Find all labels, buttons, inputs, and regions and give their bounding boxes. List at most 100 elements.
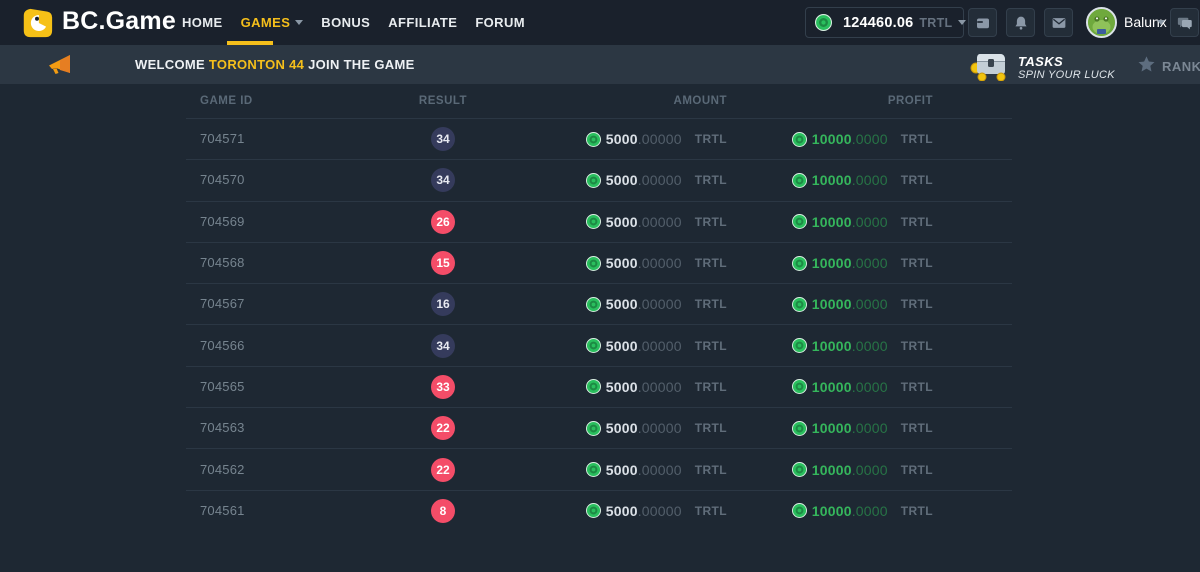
profit-cell: 10000.0000 TRTL	[727, 338, 933, 354]
header-profit: PROFIT	[727, 95, 933, 107]
result-badge: 26	[431, 210, 455, 234]
profit-cell: 10000.0000 TRTL	[727, 379, 933, 395]
table-row[interactable]: 704571 34 5000.00000 TRTL 10000.0000 TRT…	[186, 118, 1012, 159]
bet-history-table: GAME ID RESULT AMOUNT PROFIT 704571 34 5…	[186, 84, 1012, 531]
table-row[interactable]: 704568 15 5000.00000 TRTL 10000.0000 TRT…	[186, 242, 1012, 283]
trtl-coin-icon	[586, 379, 601, 394]
trtl-coin-icon	[586, 503, 601, 518]
wallet-icon	[974, 14, 992, 32]
header-game-id: GAME ID	[186, 95, 383, 107]
nav-item-affiliate[interactable]: AFFILIATE	[388, 15, 457, 30]
tasks-text: TASKS SPIN YOUR LUCK	[1018, 54, 1115, 81]
result-cell: 8	[383, 499, 503, 523]
table-body: 704571 34 5000.00000 TRTL 10000.0000 TRT…	[186, 118, 1012, 531]
amount-cell: 5000.00000 TRTL	[503, 338, 727, 354]
result-cell: 22	[383, 458, 503, 482]
nav-item-bonus[interactable]: BONUS	[321, 15, 370, 30]
trtl-coin-icon	[792, 379, 807, 394]
profit-cell: 10000.0000 TRTL	[727, 172, 933, 188]
chat-icon	[1176, 14, 1194, 32]
trtl-coin-icon	[586, 256, 601, 271]
result-cell: 26	[383, 210, 503, 234]
game-id-cell: 704569	[186, 213, 383, 231]
chevron-down-icon	[295, 20, 303, 25]
trtl-coin-icon	[792, 503, 807, 518]
table-row[interactable]: 704562 22 5000.00000 TRTL 10000.0000 TRT…	[186, 448, 1012, 489]
nav-item-games[interactable]: GAMES	[241, 15, 304, 30]
game-id-cell: 704568	[186, 254, 383, 272]
balance-amount: 124460.06	[843, 15, 913, 31]
star-icon	[1138, 56, 1155, 77]
result-badge: 8	[431, 499, 455, 523]
mail-icon	[1050, 14, 1068, 32]
chevron-down-icon	[1157, 20, 1165, 25]
chevron-down-icon	[958, 20, 966, 25]
table-header-row: GAME ID RESULT AMOUNT PROFIT	[186, 84, 1012, 118]
trtl-coin-icon	[792, 297, 807, 312]
bell-icon	[1012, 14, 1030, 32]
rank-link[interactable]: RANK	[1138, 56, 1200, 77]
trtl-coin-icon	[792, 132, 807, 147]
game-id-cell: 704570	[186, 171, 383, 189]
table-row[interactable]: 704567 16 5000.00000 TRTL 10000.0000 TRT…	[186, 283, 1012, 324]
amount-cell: 5000.00000 TRTL	[503, 462, 727, 478]
trtl-coin-icon	[792, 214, 807, 229]
result-cell: 15	[383, 251, 503, 275]
trtl-coin-icon	[586, 297, 601, 312]
result-badge: 34	[431, 334, 455, 358]
game-id-cell: 704565	[186, 378, 383, 396]
amount-cell: 5000.00000 TRTL	[503, 172, 727, 188]
nav-item-home[interactable]: HOME	[182, 15, 223, 30]
trtl-coin-icon	[815, 14, 832, 31]
wallet-button[interactable]	[968, 8, 997, 37]
amount-cell: 5000.00000 TRTL	[503, 131, 727, 147]
header-amount: AMOUNT	[503, 95, 727, 107]
balance-selector[interactable]: 124460.06 TRTL	[805, 7, 964, 38]
result-badge: 22	[431, 416, 455, 440]
welcome-message: WELCOME TORONTON 44 JOIN THE GAME	[135, 57, 415, 72]
welcomed-username: TORONTON 44	[209, 57, 304, 72]
notifications-button[interactable]	[1006, 8, 1035, 37]
table-row[interactable]: 704570 34 5000.00000 TRTL 10000.0000 TRT…	[186, 159, 1012, 200]
result-cell: 33	[383, 375, 503, 399]
bcgame-logo-icon[interactable]	[20, 6, 54, 40]
result-badge: 33	[431, 375, 455, 399]
game-id-cell: 704563	[186, 419, 383, 437]
amount-cell: 5000.00000 TRTL	[503, 420, 727, 436]
trtl-coin-icon	[586, 462, 601, 477]
profit-cell: 10000.0000 TRTL	[727, 420, 933, 436]
table-row[interactable]: 704566 34 5000.00000 TRTL 10000.0000 TRT…	[186, 324, 1012, 365]
trtl-coin-icon	[792, 338, 807, 353]
chat-button[interactable]: 10	[1170, 8, 1199, 37]
result-badge: 34	[431, 127, 455, 151]
profit-cell: 10000.0000 TRTL	[727, 214, 933, 230]
profit-cell: 10000.0000 TRTL	[727, 255, 933, 271]
trtl-coin-icon	[792, 462, 807, 477]
rank-label: RANK	[1162, 59, 1200, 74]
result-badge: 15	[431, 251, 455, 275]
tasks-link[interactable]: TASKS SPIN YOUR LUCK	[968, 48, 1115, 86]
table-row[interactable]: 704561 8 5000.00000 TRTL 10000.0000 TRTL	[186, 490, 1012, 531]
result-cell: 22	[383, 416, 503, 440]
game-id-cell: 704562	[186, 461, 383, 479]
game-id-cell: 704566	[186, 337, 383, 355]
game-id-cell: 704571	[186, 130, 383, 148]
profit-cell: 10000.0000 TRTL	[727, 131, 933, 147]
result-badge: 22	[431, 458, 455, 482]
header-result: RESULT	[383, 95, 503, 107]
table-row[interactable]: 704569 26 5000.00000 TRTL 10000.0000 TRT…	[186, 201, 1012, 242]
user-avatar[interactable]	[1086, 7, 1117, 38]
messages-button[interactable]	[1044, 8, 1073, 37]
megaphone-icon	[46, 53, 76, 82]
trtl-coin-icon	[586, 132, 601, 147]
amount-cell: 5000.00000 TRTL	[503, 503, 727, 519]
result-cell: 16	[383, 292, 503, 316]
table-row[interactable]: 704563 22 5000.00000 TRTL 10000.0000 TRT…	[186, 407, 1012, 448]
amount-cell: 5000.00000 TRTL	[503, 255, 727, 271]
table-row[interactable]: 704565 33 5000.00000 TRTL 10000.0000 TRT…	[186, 366, 1012, 407]
game-id-cell: 704567	[186, 295, 383, 313]
trtl-coin-icon	[792, 173, 807, 188]
nav-item-forum[interactable]: FORUM	[475, 15, 525, 30]
brand-title[interactable]: BC.Game	[62, 7, 176, 36]
result-cell: 34	[383, 334, 503, 358]
